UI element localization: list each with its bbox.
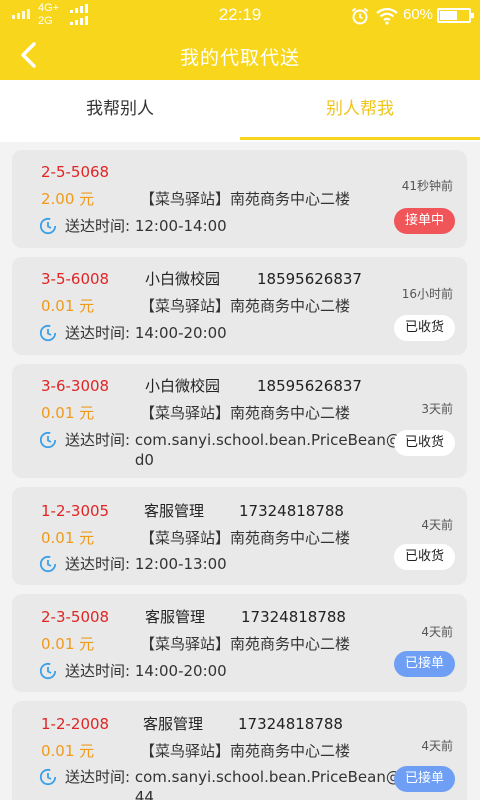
posted-time: 4天前: [421, 518, 453, 532]
order-card[interactable]: 1-2-3005 客服管理 17324818788 0.01 元 【菜鸟驿站】南…: [12, 487, 467, 585]
tab-help-others[interactable]: 我帮别人: [0, 80, 240, 142]
order-price: 0.01 元: [41, 529, 95, 547]
delivery-time-row: 送达时间: com.sanyi.school.bean.PriceBean@76…: [39, 767, 451, 800]
delivery-time-label: 送达时间:: [65, 662, 131, 680]
delivery-time-row: 送达时间: 14:00-20:00: [39, 323, 227, 343]
contact-name: 小白微校园: [145, 377, 221, 395]
delivery-time-row: 送达时间: com.sanyi.school.bean.PriceBean@d7…: [39, 430, 451, 470]
order-price: 0.01 元: [41, 297, 95, 315]
contact-phone: 18595626837: [257, 377, 362, 395]
tab-others-help-me[interactable]: 别人帮我: [240, 80, 480, 142]
clock-icon: [39, 768, 57, 786]
order-card[interactable]: 1-2-2008 客服管理 17324818788 0.01 元 【菜鸟驿站】南…: [12, 701, 467, 800]
order-price: 0.01 元: [41, 404, 95, 422]
pickup-address: 【菜鸟驿站】南苑商务中心二楼: [140, 742, 351, 760]
app-header: 我的代取代送: [0, 30, 480, 80]
clock-icon: [39, 555, 57, 573]
wifi-icon: [376, 7, 398, 25]
contact-name: 客服管理: [143, 715, 204, 733]
delivery-time-value: 12:00-14:00: [134, 217, 227, 235]
clock-icon: [39, 431, 57, 449]
posted-time: 16小时前: [401, 287, 453, 301]
status-badge[interactable]: 已收货: [393, 544, 455, 570]
contact-name: 客服管理: [145, 608, 206, 626]
status-badge[interactable]: 已接单: [393, 651, 455, 677]
posted-time: 3天前: [421, 402, 453, 416]
delivery-time-value: 14:00-20:00: [134, 662, 227, 680]
pickup-address: 【菜鸟驿站】南苑商务中心二楼: [140, 529, 351, 547]
delivery-time-label: 送达时间:: [65, 431, 131, 449]
clock-icon: [39, 324, 57, 342]
contact-phone: 17324818788: [241, 608, 346, 626]
contact-phone: 18595626837: [257, 270, 362, 288]
clock-icon: [39, 662, 57, 680]
contact-name: 小白微校园: [145, 270, 221, 288]
status-badge[interactable]: 已接单: [393, 766, 455, 792]
page-title: 我的代取代送: [179, 47, 300, 69]
battery-percent: 60%: [403, 6, 434, 23]
posted-time: 4天前: [421, 625, 453, 639]
delivery-time-row: 送达时间: 12:00-14:00: [39, 216, 227, 236]
delivery-time-row: 送达时间: 12:00-13:00: [39, 554, 227, 574]
order-price: 0.01 元: [41, 635, 95, 653]
delivery-time-label: 送达时间:: [65, 324, 131, 342]
order-price: 0.01 元: [41, 742, 95, 760]
contact-name: 客服管理: [144, 502, 205, 520]
order-card[interactable]: 3-6-3008 小白微校园 18595626837 0.01 元 【菜鸟驿站】…: [12, 364, 467, 478]
status-badge[interactable]: 已收货: [393, 430, 455, 456]
status-badge[interactable]: 已收货: [393, 315, 455, 341]
order-price: 2.00 元: [41, 190, 95, 208]
order-number: 2-3-5008: [41, 608, 110, 626]
order-number: 3-6-3008: [41, 377, 110, 395]
delivery-time-label: 送达时间:: [65, 217, 131, 235]
order-list[interactable]: 2-5-5068 2.00 元 【菜鸟驿站】南苑商务中心二楼 送达时间: 12:…: [0, 142, 480, 800]
alarm-icon: [351, 7, 369, 25]
order-card[interactable]: 2-3-5008 客服管理 17324818788 0.01 元 【菜鸟驿站】南…: [12, 594, 467, 692]
contact-phone: 17324818788: [239, 502, 344, 520]
contact-phone: 17324818788: [238, 715, 343, 733]
clock-icon: [39, 217, 57, 235]
posted-time: 4天前: [421, 739, 453, 753]
delivery-time-label: 送达时间:: [65, 555, 131, 573]
order-card[interactable]: 2-5-5068 2.00 元 【菜鸟驿站】南苑商务中心二楼 送达时间: 12:…: [12, 150, 467, 248]
order-number: 2-5-5068: [41, 163, 110, 181]
order-number: 1-2-2008: [41, 715, 110, 733]
pickup-address: 【菜鸟驿站】南苑商务中心二楼: [140, 297, 351, 315]
delivery-time-label: 送达时间:: [65, 768, 131, 786]
battery-icon: [437, 8, 474, 23]
status-bar: 4G+ 2G 22:19 60%: [0, 0, 480, 30]
pickup-address: 【菜鸟驿站】南苑商务中心二楼: [140, 635, 351, 653]
posted-time: 41秒钟前: [401, 179, 453, 193]
order-number: 1-2-3005: [41, 502, 110, 520]
order-card[interactable]: 3-5-6008 小白微校园 18595626837 0.01 元 【菜鸟驿站】…: [12, 257, 467, 355]
delivery-time-value: 12:00-13:00: [134, 555, 227, 573]
order-number: 3-5-6008: [41, 270, 110, 288]
status-badge[interactable]: 接单中: [393, 208, 455, 234]
pickup-address: 【菜鸟驿站】南苑商务中心二楼: [140, 404, 351, 422]
delivery-time-value: 14:00-20:00: [134, 324, 227, 342]
battery-level: [440, 11, 457, 20]
tab-bar: 我帮别人 别人帮我: [0, 80, 480, 142]
pickup-address: 【菜鸟驿站】南苑商务中心二楼: [140, 190, 351, 208]
delivery-time-row: 送达时间: 14:00-20:00: [39, 661, 227, 681]
